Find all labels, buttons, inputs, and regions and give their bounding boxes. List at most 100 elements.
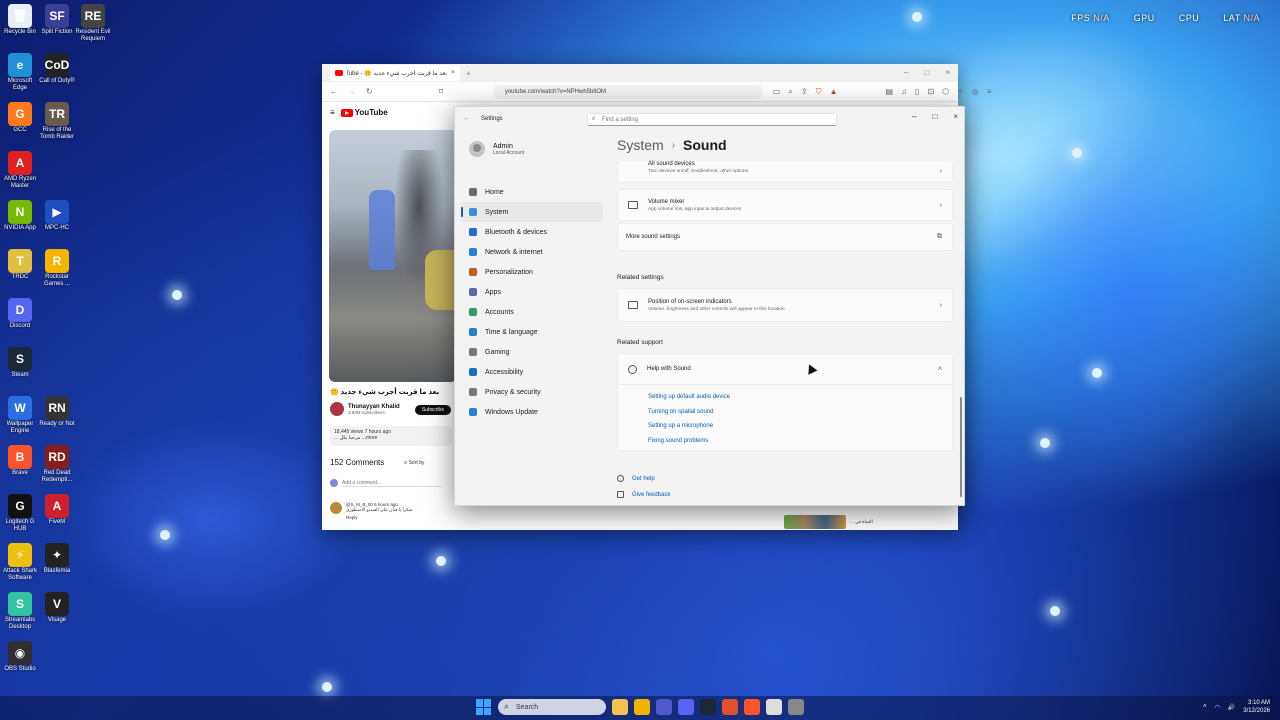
zoom-icon[interactable]: ⌕ bbox=[788, 87, 792, 97]
volume-mixer-card[interactable]: Volume mixer App volume mix, app input &… bbox=[617, 189, 953, 221]
media-icon[interactable]: ♫ bbox=[901, 87, 907, 97]
sidebar-item-home[interactable]: Home bbox=[461, 182, 603, 202]
settings-scrollbar[interactable] bbox=[960, 397, 962, 497]
more-sound-settings-card[interactable]: More sound settings ⧉ bbox=[617, 223, 953, 251]
reload-icon[interactable]: ↻ bbox=[366, 87, 373, 96]
share-icon[interactable]: ⇪ bbox=[801, 87, 808, 97]
desktop-icon[interactable]: B Brave bbox=[0, 443, 40, 489]
taskbar-search-input[interactable]: Search bbox=[498, 699, 606, 715]
menu-icon[interactable]: ≡ bbox=[987, 87, 992, 97]
desktop-icon[interactable]: RN Ready or Not bbox=[37, 394, 77, 440]
help-link-fix-problems[interactable]: Fixing sound problems bbox=[648, 438, 708, 444]
volume-icon[interactable]: 🔊 bbox=[1228, 704, 1235, 711]
sidebar-item-bluetooth-devices[interactable]: Bluetooth & devices bbox=[461, 222, 603, 242]
get-help-link[interactable]: Get help bbox=[617, 475, 655, 482]
close-icon[interactable]: × bbox=[953, 112, 958, 121]
discord-icon[interactable] bbox=[678, 699, 694, 715]
desktop-icon[interactable]: N NVIDIA App bbox=[0, 198, 40, 244]
desktop-icon[interactable]: A FiveM bbox=[37, 492, 77, 538]
sidebar-item-time-language[interactable]: Time & language bbox=[461, 322, 603, 342]
sidebar-item-gaming[interactable]: Gaming bbox=[461, 342, 603, 362]
maximize-icon[interactable]: □ bbox=[924, 68, 929, 77]
maximize-icon[interactable]: □ bbox=[932, 112, 937, 121]
desktop-icon[interactable]: RE Resident Evil Requiem bbox=[73, 2, 113, 48]
cast-icon[interactable]: ▭ bbox=[773, 87, 781, 97]
video-player[interactable] bbox=[329, 130, 457, 382]
channel-name[interactable]: Thunayyan Khalid bbox=[348, 404, 400, 410]
desktop-icon[interactable]: ⚡ Attack Shark Software bbox=[0, 541, 40, 587]
desktop-icon[interactable]: CoD Call of Duty® bbox=[37, 51, 77, 97]
reader-icon[interactable]: ▯ bbox=[915, 87, 919, 97]
help-with-sound-card[interactable]: Help with Sound ˄ bbox=[617, 353, 953, 385]
sidebar-item-accounts[interactable]: Accounts bbox=[461, 302, 603, 322]
extensions-icon[interactable]: ⬡ bbox=[942, 87, 949, 97]
minimize-icon[interactable]: – bbox=[912, 112, 916, 121]
desktop-icon[interactable]: W Wallpaper Engine bbox=[0, 394, 40, 440]
onscreen-indicators-card[interactable]: Position of on-screen indicators Volume,… bbox=[617, 288, 953, 322]
forward-icon[interactable]: → bbox=[348, 87, 356, 96]
comment-reply-button[interactable]: Reply bbox=[346, 515, 412, 520]
desktop-icon[interactable]: RD Red Dead Redempti... bbox=[37, 443, 77, 489]
subscribe-button[interactable]: Subscribe bbox=[415, 405, 451, 415]
desktop-icon[interactable]: ✦ Blasfemia bbox=[37, 541, 77, 587]
sort-by-button[interactable]: ≡ Sort by bbox=[404, 460, 424, 466]
desktop-icon[interactable]: e Microsoft Edge bbox=[0, 51, 40, 97]
sidebar-item-privacy-security[interactable]: Privacy & security bbox=[461, 382, 603, 402]
files-icon[interactable] bbox=[634, 699, 650, 715]
desktop-icon[interactable]: ◉ OBS Studio bbox=[0, 639, 40, 685]
new-tab-icon[interactable]: + bbox=[466, 69, 471, 78]
channel-avatar[interactable] bbox=[330, 402, 344, 416]
leo-icon[interactable]: ✧ bbox=[957, 87, 964, 97]
help-link-default-device[interactable]: Setting up default audio device bbox=[648, 394, 730, 400]
network-icon[interactable]: ◠ bbox=[1215, 704, 1220, 711]
desktop-icon[interactable]: R Rockstar Games ... bbox=[37, 247, 77, 293]
desktop-icon[interactable]: S Steam bbox=[0, 345, 40, 391]
youtube-logo-text[interactable]: YouTube bbox=[355, 108, 388, 117]
hamburger-icon[interactable]: ≡ bbox=[330, 108, 335, 117]
desktop-icon[interactable]: V Visage bbox=[37, 590, 77, 636]
steam-icon[interactable] bbox=[700, 699, 716, 715]
windows-start-icon[interactable] bbox=[476, 699, 492, 715]
file-explorer-icon[interactable] bbox=[612, 699, 628, 715]
help-link-spatial-sound[interactable]: Turning on spatial sound bbox=[648, 409, 714, 415]
desktop-icon[interactable]: SF Split Fiction bbox=[37, 2, 77, 48]
clock[interactable]: 3:10 AM 3/12/2026 bbox=[1243, 699, 1270, 715]
desktop-icon[interactable]: D Discord bbox=[0, 296, 40, 342]
video-description[interactable]: 18,445 views 7 hours ago ... مرحبا بكل .… bbox=[330, 426, 452, 446]
sidebar-icon[interactable]: ▤ bbox=[885, 87, 893, 97]
help-link-microphone[interactable]: Setting up a microphone bbox=[648, 423, 713, 429]
desktop-icon[interactable]: ▶ MPC-HC bbox=[37, 198, 77, 244]
address-bar[interactable]: youtube.com/watch?v=NPHwh5bltOM bbox=[492, 84, 763, 99]
desktop-icon[interactable]: TR Rise of the Tomb Raider bbox=[37, 100, 77, 146]
chrome-icon[interactable] bbox=[766, 699, 782, 715]
give-feedback-link[interactable]: Give feedback bbox=[617, 491, 670, 498]
settings-icon[interactable] bbox=[788, 699, 804, 715]
desktop-icon[interactable]: G GCC bbox=[0, 100, 40, 146]
close-icon[interactable]: × bbox=[451, 70, 455, 76]
breadcrumb-system[interactable]: System bbox=[617, 137, 664, 153]
minimize-icon[interactable]: – bbox=[904, 68, 908, 77]
all-sound-devices-card[interactable]: All sound devices Turn devices on/off, t… bbox=[617, 161, 953, 183]
sidebar-item-personalization[interactable]: Personalization bbox=[461, 262, 603, 282]
sidebar-item-system[interactable]: System bbox=[461, 202, 603, 222]
back-icon[interactable]: ← bbox=[330, 87, 338, 96]
sidebar-item-windows-update[interactable]: Windows Update bbox=[461, 402, 603, 422]
close-icon[interactable]: × bbox=[945, 68, 950, 77]
sidebar-item-network-internet[interactable]: Network & internet bbox=[461, 242, 603, 262]
recommended-video[interactable]: الحياة في ... bbox=[784, 514, 946, 530]
rewards-icon[interactable]: ▲ bbox=[830, 87, 838, 97]
media-player-icon[interactable] bbox=[722, 699, 738, 715]
desktop-icon[interactable]: A AMD Ryzen Master bbox=[0, 149, 40, 195]
user-account[interactable]: Admin Local Account bbox=[469, 141, 524, 157]
settings-search-input[interactable]: ⌕ Find a setting bbox=[587, 113, 837, 126]
teams-icon[interactable] bbox=[656, 699, 672, 715]
desktop-icon[interactable]: 🗑 Recycle Bin bbox=[0, 2, 40, 48]
desktop-icon[interactable]: T TRDC bbox=[0, 247, 40, 293]
desktop-icon[interactable]: G Logitech G HUB bbox=[0, 492, 40, 538]
chevron-up-icon[interactable]: ˄ bbox=[1203, 704, 1207, 710]
youtube-logo-icon[interactable] bbox=[340, 108, 353, 117]
screenshot-icon[interactable]: ⊡ bbox=[927, 87, 934, 97]
brave-shield-icon[interactable]: ⛉ bbox=[816, 87, 822, 97]
browser-tab[interactable]: بعد ما قربت أجرب شيء جديد 🤫 - YouTube × bbox=[330, 65, 460, 81]
sidebar-item-apps[interactable]: Apps bbox=[461, 282, 603, 302]
